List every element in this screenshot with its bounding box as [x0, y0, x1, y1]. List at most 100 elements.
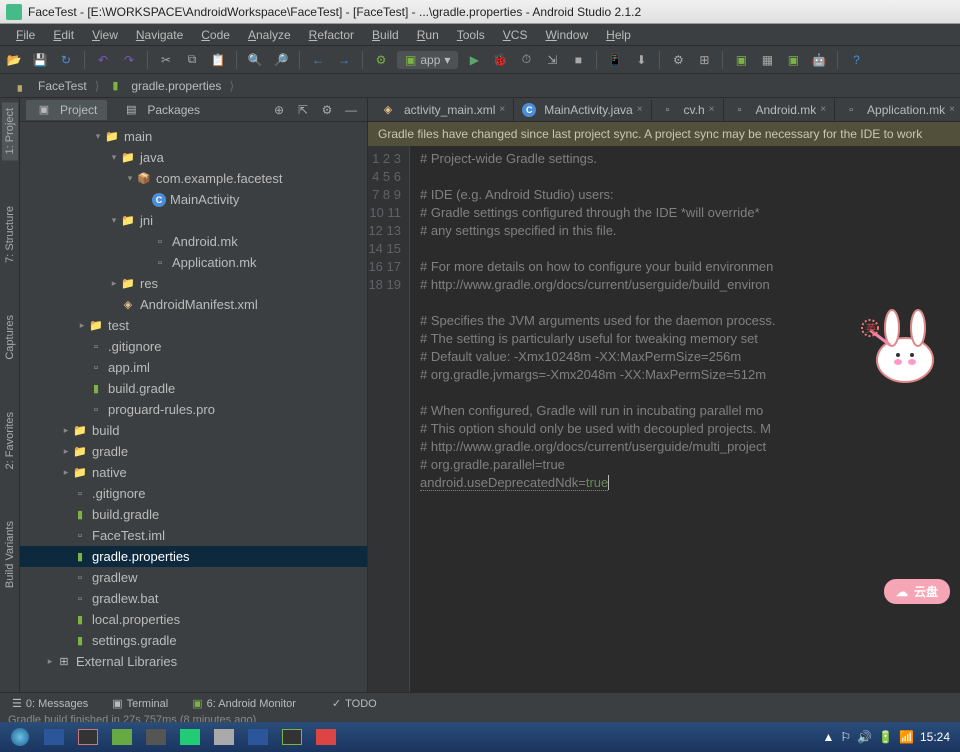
menu-run[interactable]: Run: [409, 26, 447, 44]
tree-item[interactable]: ▮build.gradle: [20, 378, 367, 399]
monitor-icon[interactable]: ▣: [731, 50, 751, 70]
tree-item[interactable]: ▫.gitignore: [20, 483, 367, 504]
android-robot-icon[interactable]: 🤖: [809, 50, 829, 70]
breadcrumb-item[interactable]: ▮ gradle.properties: [99, 76, 229, 96]
cut-icon[interactable]: ✂: [156, 50, 176, 70]
close-tab-icon[interactable]: ×: [820, 104, 826, 115]
tree-item[interactable]: ▸📁native: [20, 462, 367, 483]
profile-icon[interactable]: ⏱: [516, 50, 536, 70]
project-view-tab[interactable]: ▣ Project: [26, 100, 107, 120]
messages-tab[interactable]: ☰ 0: Messages: [6, 695, 94, 712]
open-icon[interactable]: 📂: [4, 50, 24, 70]
tool-tab-favorites[interactable]: 2: Favorites: [2, 406, 18, 475]
settings-icon[interactable]: ⚙: [668, 50, 688, 70]
help-icon[interactable]: ?: [846, 50, 866, 70]
menu-refactor[interactable]: Refactor: [301, 26, 362, 44]
attach-icon[interactable]: ⇲: [542, 50, 562, 70]
expand-arrow-icon[interactable]: ▸: [60, 425, 72, 436]
breadcrumb-item[interactable]: ▖ FaceTest: [6, 76, 95, 96]
tree-item[interactable]: ▫proguard-rules.pro: [20, 399, 367, 420]
tray-icon[interactable]: 📶: [899, 730, 914, 744]
editor-tab[interactable]: ▫cv.h×: [652, 99, 724, 121]
menu-tools[interactable]: Tools: [449, 26, 493, 44]
tray-icon[interactable]: 🔋: [878, 730, 893, 744]
make-icon[interactable]: ⚙: [371, 50, 391, 70]
editor-tab[interactable]: ▫Application.mk×: [835, 99, 960, 121]
tree-item[interactable]: ▫Android.mk: [20, 231, 367, 252]
save-icon[interactable]: 💾: [30, 50, 50, 70]
taskbar-app[interactable]: [310, 724, 342, 750]
tray-icon[interactable]: ⚐: [840, 730, 851, 744]
editor-tab[interactable]: CMainActivity.java×: [514, 100, 651, 120]
project-structure-icon[interactable]: ⊞: [694, 50, 714, 70]
tree-item[interactable]: ▸📁gradle: [20, 441, 367, 462]
tree-item[interactable]: ▫Application.mk: [20, 252, 367, 273]
tree-item[interactable]: ▫gradlew: [20, 567, 367, 588]
layout-icon[interactable]: ▦: [757, 50, 777, 70]
menu-view[interactable]: View: [84, 26, 126, 44]
tree-item[interactable]: ◈AndroidManifest.xml: [20, 294, 367, 315]
sync-icon[interactable]: ↻: [56, 50, 76, 70]
menu-analyze[interactable]: Analyze: [240, 26, 299, 44]
close-tab-icon[interactable]: ×: [499, 104, 505, 115]
tree-item[interactable]: ▾📁java: [20, 147, 367, 168]
sdk-icon[interactable]: ⬇: [631, 50, 651, 70]
taskbar-app[interactable]: [38, 724, 70, 750]
project-tree[interactable]: ▾📁main▾📁java▾📦com.example.facetestCMainA…: [20, 122, 367, 692]
expand-arrow-icon[interactable]: ▸: [60, 446, 72, 457]
tool-tab-build-variants[interactable]: Build Variants: [2, 515, 18, 594]
taskbar-app[interactable]: [106, 724, 138, 750]
debug-icon[interactable]: 🐞: [490, 50, 510, 70]
collapse-icon[interactable]: ⇱: [293, 100, 313, 120]
expand-arrow-icon[interactable]: ▸: [108, 278, 120, 289]
tree-item[interactable]: ▮gradle.properties: [20, 546, 367, 567]
tool-tab-structure[interactable]: 7: Structure: [2, 200, 18, 269]
find-icon[interactable]: 🔍: [245, 50, 265, 70]
tree-item[interactable]: ▮local.properties: [20, 609, 367, 630]
expand-arrow-icon[interactable]: ▸: [44, 656, 56, 667]
code-text[interactable]: # Project-wide Gradle settings. # IDE (e…: [410, 146, 960, 692]
tree-item[interactable]: ▸📁test: [20, 315, 367, 336]
editor-tab[interactable]: ▫Android.mk×: [724, 99, 836, 121]
packages-view-tab[interactable]: ▤ Packages: [113, 100, 210, 120]
tree-item[interactable]: CMainActivity: [20, 189, 367, 210]
tree-item[interactable]: ▸⊞External Libraries: [20, 651, 367, 672]
mascot-bunny-icon[interactable]: 英: [860, 300, 950, 390]
run-icon[interactable]: ▶: [464, 50, 484, 70]
stop-icon[interactable]: ■: [568, 50, 588, 70]
expand-arrow-icon[interactable]: ▾: [92, 131, 104, 142]
tree-item[interactable]: ▾📦com.example.facetest: [20, 168, 367, 189]
taskbar-app[interactable]: [174, 724, 206, 750]
gear-icon[interactable]: ⚙: [317, 100, 337, 120]
hide-icon[interactable]: —: [341, 100, 361, 120]
tree-item[interactable]: ▫FaceTest.iml: [20, 525, 367, 546]
scroll-to-icon[interactable]: ⊕: [269, 100, 289, 120]
cloud-drive-widget[interactable]: ☁ 云盘: [884, 579, 950, 604]
copy-icon[interactable]: ⧉: [182, 50, 202, 70]
editor-tab[interactable]: ◈activity_main.xml×: [372, 99, 514, 121]
tree-item[interactable]: ▮settings.gradle: [20, 630, 367, 651]
expand-arrow-icon[interactable]: ▾: [108, 215, 120, 226]
undo-icon[interactable]: ↶: [93, 50, 113, 70]
theme-icon[interactable]: ▣: [783, 50, 803, 70]
expand-arrow-icon[interactable]: ▾: [124, 173, 136, 184]
avd-icon[interactable]: 📱: [605, 50, 625, 70]
todo-tab[interactable]: ✓ TODO: [326, 695, 383, 712]
back-icon[interactable]: ←: [308, 50, 328, 70]
run-config-selector[interactable]: ▣ app ▾: [397, 51, 458, 69]
menu-navigate[interactable]: Navigate: [128, 26, 191, 44]
menu-code[interactable]: Code: [193, 26, 238, 44]
tray-icon[interactable]: ▲: [822, 730, 834, 744]
tree-item[interactable]: ▸📁build: [20, 420, 367, 441]
terminal-tab[interactable]: ▣ Terminal: [106, 695, 174, 712]
taskbar-app[interactable]: [242, 724, 274, 750]
menu-edit[interactable]: Edit: [45, 26, 82, 44]
tree-item[interactable]: ▫app.iml: [20, 357, 367, 378]
close-tab-icon[interactable]: ×: [709, 104, 715, 115]
taskbar-app[interactable]: [72, 724, 104, 750]
taskbar-app[interactable]: [140, 724, 172, 750]
android-monitor-tab[interactable]: ▣ 6: Android Monitor: [186, 695, 302, 712]
menu-vcs[interactable]: VCS: [495, 26, 536, 44]
start-button[interactable]: [4, 724, 36, 750]
menu-build[interactable]: Build: [364, 26, 407, 44]
